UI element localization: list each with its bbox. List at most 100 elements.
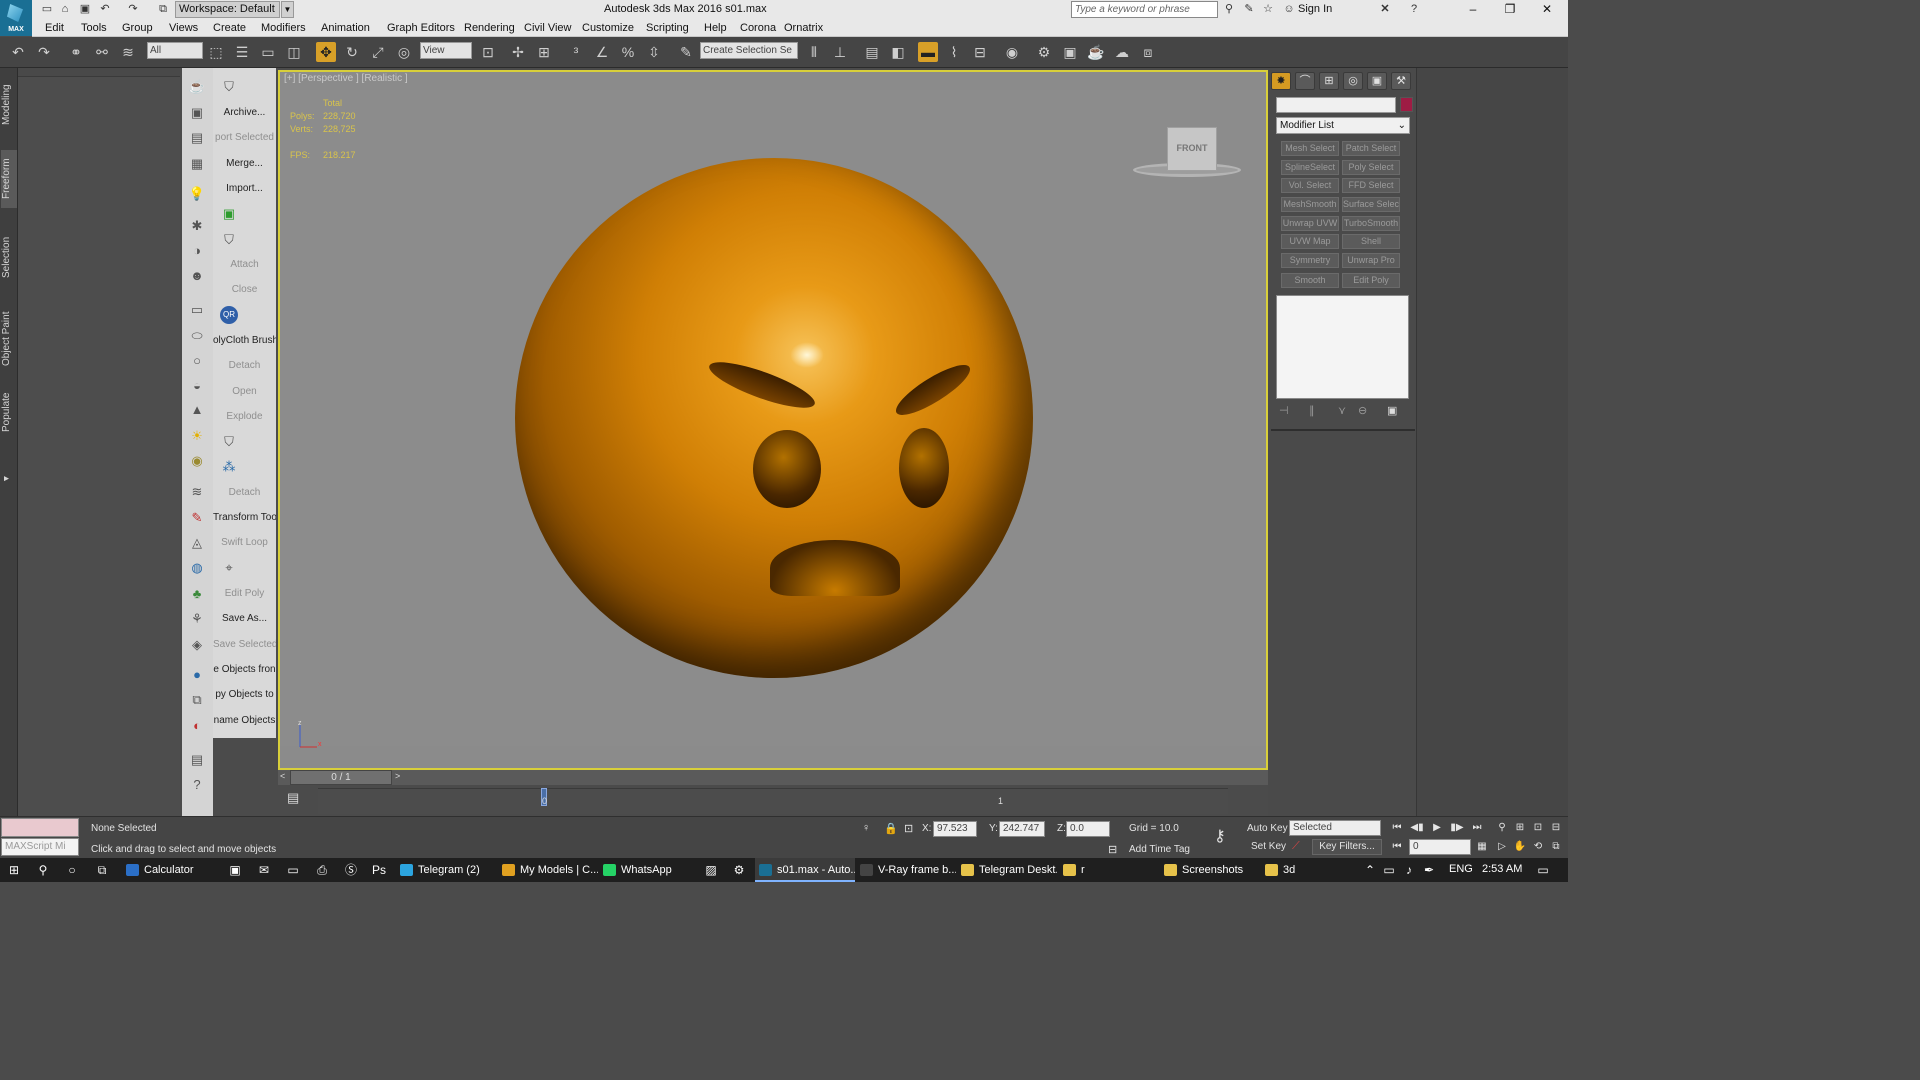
- notifications-icon[interactable]: ▭: [1534, 861, 1552, 879]
- hierarchy-tab-icon[interactable]: ⊞: [1319, 72, 1339, 90]
- select-and-rotate-icon[interactable]: ↻: [342, 42, 362, 62]
- search-input[interactable]: Type a keyword or phrase: [1071, 1, 1218, 18]
- taskbar-item-whatsapp[interactable]: WhatsApp: [599, 858, 699, 882]
- green-image-icon[interactable]: ▣: [219, 204, 239, 224]
- app-logo-button[interactable]: MAX: [0, 0, 32, 36]
- time-configuration-icon[interactable]: ▦: [1474, 840, 1490, 854]
- angry-emoji-model[interactable]: [515, 158, 1033, 678]
- menu-help[interactable]: Help: [704, 22, 727, 34]
- material-editor-icon[interactable]: ◉: [1002, 42, 1022, 62]
- modifier-unwrap-pro-button[interactable]: Unwrap Pro: [1342, 253, 1400, 268]
- selection-lock-icon[interactable]: 🔒: [884, 822, 898, 835]
- add-time-tag-button[interactable]: Add Time Tag: [1129, 844, 1190, 855]
- bind-space-warp-icon[interactable]: ≋: [118, 42, 138, 62]
- globe-icon[interactable]: ◍: [187, 558, 207, 578]
- photoshop-icon[interactable]: Ps: [370, 861, 388, 879]
- project-folder-icon[interactable]: ⧉: [156, 2, 170, 16]
- menu-group[interactable]: Group: [122, 22, 153, 34]
- layers-icon[interactable]: ≋: [187, 482, 207, 502]
- menu-customize[interactable]: Customize: [582, 22, 634, 34]
- select-and-place-icon[interactable]: ◎: [394, 42, 414, 62]
- reference-coordinate-dropdown[interactable]: View: [420, 42, 472, 59]
- menu-animation[interactable]: Animation: [321, 22, 370, 34]
- previous-frame-icon[interactable]: ◀▮: [1409, 821, 1425, 835]
- modifier-spline-select-button[interactable]: SplineSelect: [1281, 160, 1339, 175]
- archive-button[interactable]: Archive...: [213, 103, 276, 123]
- time-slider-next-icon[interactable]: >: [395, 771, 400, 781]
- pivot-center-icon[interactable]: ⊡: [478, 42, 498, 62]
- menu-scripting[interactable]: Scripting: [646, 22, 689, 34]
- render-production-icon[interactable]: ☕: [1086, 42, 1106, 62]
- detach-button[interactable]: Detach: [213, 356, 276, 376]
- modifier-edit-poly-button[interactable]: Edit Poly: [1342, 273, 1400, 288]
- menu-edit[interactable]: Edit: [45, 22, 64, 34]
- menu-ornatrix[interactable]: Ornatrix: [784, 22, 823, 34]
- menu-corona[interactable]: Corona: [740, 22, 776, 34]
- key-tangent-icon[interactable]: ⟋: [1292, 840, 1300, 853]
- motion-tab-icon[interactable]: ◎: [1343, 72, 1363, 90]
- zoom-all-icon[interactable]: ⊞: [1512, 821, 1528, 835]
- taskbar-item-r[interactable]: r: [1059, 858, 1159, 882]
- select-object-icon[interactable]: ⬚: [206, 42, 226, 62]
- rectangle-icon[interactable]: ▭: [187, 300, 207, 320]
- remove-modifier-icon[interactable]: ⊖: [1358, 404, 1367, 417]
- modifier-shell-button[interactable]: Shell: [1342, 234, 1400, 249]
- volume-icon[interactable]: ♪: [1400, 861, 1418, 879]
- disk-icon[interactable]: ◉: [187, 451, 207, 471]
- pen-icon[interactable]: ✒: [1420, 861, 1438, 879]
- modifier-mesh-select-button[interactable]: Mesh Select: [1281, 141, 1339, 156]
- taskbar-item-screenshots[interactable]: Screenshots: [1160, 858, 1260, 882]
- snaps-toggle-icon[interactable]: ³: [566, 42, 586, 62]
- open-button[interactable]: Open: [213, 382, 276, 402]
- task-view-icon[interactable]: ⧉: [93, 861, 111, 879]
- field-of-view-icon[interactable]: ▷: [1494, 840, 1510, 854]
- mirror-icon[interactable]: ⫴: [804, 42, 824, 62]
- undo-icon[interactable]: ↶: [98, 2, 112, 16]
- workspace-menu-button[interactable]: ▼: [281, 1, 294, 18]
- layer-explorer-icon[interactable]: ◧: [888, 42, 908, 62]
- menu-graph-editors[interactable]: Graph Editors: [387, 22, 455, 34]
- attach-button[interactable]: Attach: [213, 255, 276, 275]
- curve-editor-toggle-icon[interactable]: ▤: [287, 790, 299, 806]
- sphere-shaded-icon[interactable]: ◑: [187, 241, 207, 261]
- absolute-mode-icon[interactable]: ⊡: [904, 822, 913, 835]
- scatter-icon[interactable]: ⚘: [187, 609, 207, 629]
- layer-manager-icon[interactable]: ▤: [187, 750, 207, 770]
- orbit-icon[interactable]: ⟲: [1530, 840, 1546, 854]
- clock[interactable]: 2:53 AM: [1482, 863, 1522, 875]
- tray-expand-icon[interactable]: ⌃: [1361, 861, 1379, 879]
- help-icon[interactable]: ?: [1407, 2, 1421, 16]
- modifier-surface-select-button[interactable]: Surface Select: [1342, 197, 1400, 212]
- pan-view-icon[interactable]: ✋: [1512, 840, 1528, 854]
- key-filters-button[interactable]: Key Filters...: [1312, 839, 1382, 855]
- tab-object-paint[interactable]: Object Paint: [1, 308, 17, 370]
- configure-modifier-sets-icon[interactable]: ▣: [1387, 404, 1397, 417]
- binoculars-icon[interactable]: ⚲: [1222, 2, 1236, 16]
- key-icon[interactable]: ⚷: [1214, 826, 1226, 846]
- skype-icon[interactable]: Ⓢ: [342, 861, 360, 879]
- zoom-extents-all-icon[interactable]: ⊟: [1548, 821, 1564, 835]
- instance-icon[interactable]: ⧉: [187, 690, 207, 710]
- time-slider-track[interactable]: [278, 770, 1268, 785]
- edit-poly-button[interactable]: Edit Poly: [213, 584, 276, 604]
- rendered-frame-window-icon[interactable]: ▣: [1060, 42, 1080, 62]
- ellipse-icon[interactable]: ⬭: [187, 326, 207, 346]
- help-circle-icon[interactable]: ?: [187, 775, 207, 795]
- network-icon[interactable]: ▭: [1380, 861, 1398, 879]
- menu-civil-view[interactable]: Civil View: [524, 22, 571, 34]
- create-tab-icon[interactable]: ✸: [1271, 72, 1291, 90]
- polycloth-brush-button[interactable]: olyCloth Brush: [213, 331, 276, 351]
- modifier-stack[interactable]: [1276, 295, 1409, 399]
- scene-explorer-icon[interactable]: ▤: [862, 42, 882, 62]
- render-setup-icon[interactable]: ⚙: [1034, 42, 1054, 62]
- exchange-apps-icon[interactable]: ✕: [1378, 2, 1392, 16]
- next-frame-icon[interactable]: ▮▶: [1449, 821, 1465, 835]
- menu-modifiers[interactable]: Modifiers: [261, 22, 306, 34]
- render-frame-icon[interactable]: ⧈: [1138, 42, 1158, 62]
- copy-objects-button[interactable]: py Objects to: [213, 685, 276, 705]
- qr-icon[interactable]: QR: [220, 306, 238, 324]
- mail-icon[interactable]: ✉: [255, 861, 273, 879]
- cone-icon[interactable]: ▲: [187, 400, 207, 420]
- search-icon[interactable]: ⚲: [34, 861, 52, 879]
- detach-button-2[interactable]: Detach: [213, 483, 276, 503]
